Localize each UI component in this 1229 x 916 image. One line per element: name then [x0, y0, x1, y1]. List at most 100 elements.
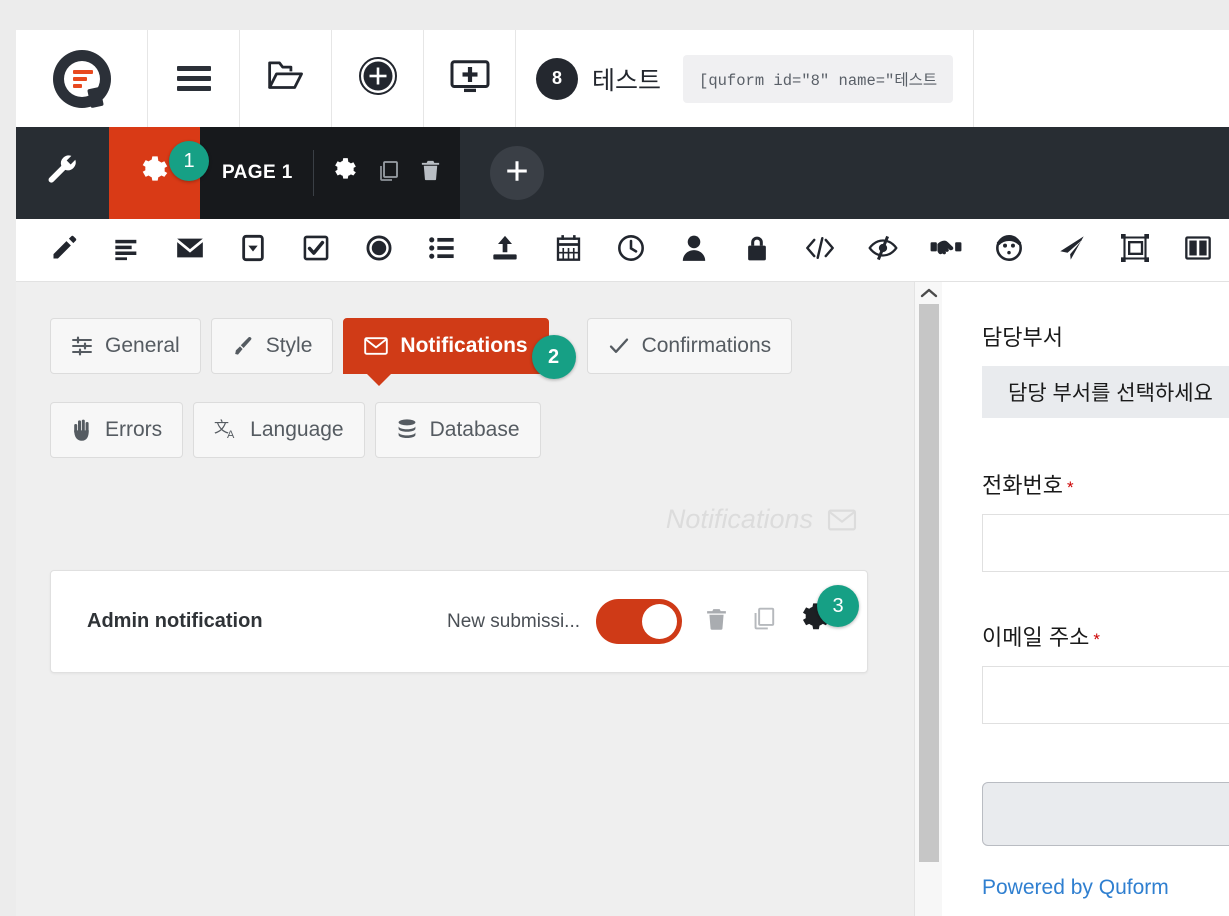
eye-slash-icon [868, 235, 898, 266]
settings-tabs-row-1: General Style [50, 318, 802, 374]
preview-label-department: 담당부서 [982, 320, 1229, 352]
element-name[interactable] [663, 234, 726, 267]
powered-by-link[interactable]: Powered by Quform [982, 876, 1169, 899]
scrollbar-thumb[interactable] [919, 304, 939, 862]
form-preview-panel: 담당부서 담당 부서를 선택하세요 전화번호* 이메일 주소* [942, 282, 1229, 916]
element-captcha[interactable] [914, 235, 977, 266]
envelope-icon [364, 336, 388, 356]
add-screen-button[interactable] [424, 30, 516, 127]
element-time[interactable] [600, 234, 663, 267]
copy-icon [377, 159, 401, 188]
step-badge-1: 1 [169, 141, 209, 181]
element-password[interactable] [725, 234, 788, 267]
page-toolbar: 1 PAGE 1 [16, 127, 1229, 219]
page-settings-button[interactable] [332, 157, 359, 189]
menu-button[interactable] [148, 30, 240, 127]
trash-icon [704, 607, 729, 637]
page-label: PAGE 1 [222, 162, 293, 184]
element-file-upload[interactable] [474, 234, 537, 267]
department-select[interactable]: 담당 부서를 선택하세요 [982, 366, 1229, 418]
app-root: 8 테스트 [quform id="8" name="테스트 [0, 0, 1229, 916]
sliders-icon [71, 335, 93, 357]
element-checkbox[interactable] [285, 234, 348, 267]
radio-icon [365, 234, 393, 267]
page-duplicate-button[interactable] [377, 159, 401, 188]
preview-submit-button[interactable] [982, 782, 1229, 846]
element-multiselect[interactable] [411, 234, 474, 267]
gear-icon [332, 157, 359, 189]
preview-submit-container [982, 782, 1229, 846]
notification-delete-button[interactable] [704, 607, 729, 637]
form-id-badge: 8 [536, 58, 578, 100]
page-tab[interactable]: 1 PAGE 1 [109, 127, 460, 219]
clock-icon [617, 234, 645, 267]
panel-scrollbar[interactable] [914, 282, 943, 916]
tab-confirmations-label: Confirmations [642, 334, 772, 358]
wrench-icon [46, 154, 80, 193]
preview-form: 담당부서 담당 부서를 선택하세요 전화번호* 이메일 주소* [982, 282, 1229, 900]
panel-watermark: Notifications [666, 504, 857, 535]
scroll-up-button[interactable] [915, 282, 943, 304]
list-icon [428, 234, 456, 267]
tab-general[interactable]: General [50, 318, 201, 374]
element-toolbar [16, 219, 1229, 282]
tab-notifications-label: Notifications [400, 334, 527, 358]
notification-enabled-toggle[interactable] [596, 599, 682, 644]
page-divider [313, 150, 314, 196]
element-hidden[interactable] [851, 235, 914, 266]
element-html[interactable] [788, 235, 851, 266]
element-select[interactable] [222, 234, 285, 267]
element-columns[interactable] [1166, 235, 1229, 266]
element-email[interactable] [159, 234, 222, 267]
tab-general-label: General [105, 334, 180, 358]
phone-input[interactable] [982, 514, 1229, 572]
preview-label-email-text: 이메일 주소 [982, 625, 1089, 650]
element-textarea[interactable] [96, 234, 159, 267]
form-shortcode[interactable]: [quform id="8" name="테스트 [683, 55, 953, 103]
form-info: 8 테스트 [quform id="8" name="테스트 [516, 30, 974, 127]
handshake-icon [930, 235, 962, 266]
notification-row[interactable]: Admin notification New submissi... [50, 570, 868, 673]
element-submit[interactable] [1040, 234, 1103, 267]
brush-icon [232, 335, 254, 357]
email-input[interactable] [982, 666, 1229, 724]
preview-field-department: 담당부서 담당 부서를 선택하세요 [982, 320, 1229, 418]
dropdown-icon [241, 234, 265, 267]
panel-watermark-label: Notifications [666, 504, 813, 535]
form-settings-button[interactable] [16, 127, 109, 219]
tab-database[interactable]: Database [375, 402, 541, 458]
tab-errors[interactable]: Errors [50, 402, 183, 458]
tab-language[interactable]: 文 A Language [193, 402, 364, 458]
quform-logo[interactable] [16, 30, 148, 127]
element-group[interactable] [1103, 234, 1166, 267]
open-form-button[interactable] [240, 30, 332, 127]
screen-plus-icon [449, 58, 491, 99]
tab-notifications[interactable]: Notifications 2 [343, 318, 548, 374]
settings-tabs-row-2: Errors 文 A Language [50, 402, 551, 458]
tab-confirmations[interactable]: Confirmations [587, 318, 793, 374]
lock-icon [744, 234, 770, 267]
code-icon [805, 235, 835, 266]
step-badge-2: 2 [532, 335, 576, 379]
page-delete-button[interactable] [419, 159, 442, 187]
trash-icon [419, 159, 442, 187]
page-gear-button[interactable]: 1 [109, 127, 200, 219]
plus-circle-icon [358, 56, 398, 101]
tab-errors-label: Errors [105, 418, 162, 442]
main-area: General Style [16, 282, 1229, 916]
element-date[interactable] [537, 234, 600, 267]
department-select-value: 담당 부서를 선택하세요 [1008, 377, 1213, 407]
form-title: 테스트 [592, 61, 661, 97]
element-text[interactable] [33, 234, 96, 267]
element-radio[interactable] [348, 234, 411, 267]
paper-plane-icon [1058, 234, 1086, 267]
add-page-button[interactable] [490, 146, 544, 200]
new-form-button[interactable] [332, 30, 424, 127]
required-marker: * [1093, 630, 1100, 649]
calendar-icon [555, 234, 582, 267]
element-avatar[interactable] [977, 234, 1040, 267]
folder-open-icon [264, 58, 308, 99]
notification-duplicate-button[interactable] [751, 606, 777, 637]
notification-name: Admin notification [87, 610, 447, 633]
tab-style[interactable]: Style [211, 318, 334, 374]
